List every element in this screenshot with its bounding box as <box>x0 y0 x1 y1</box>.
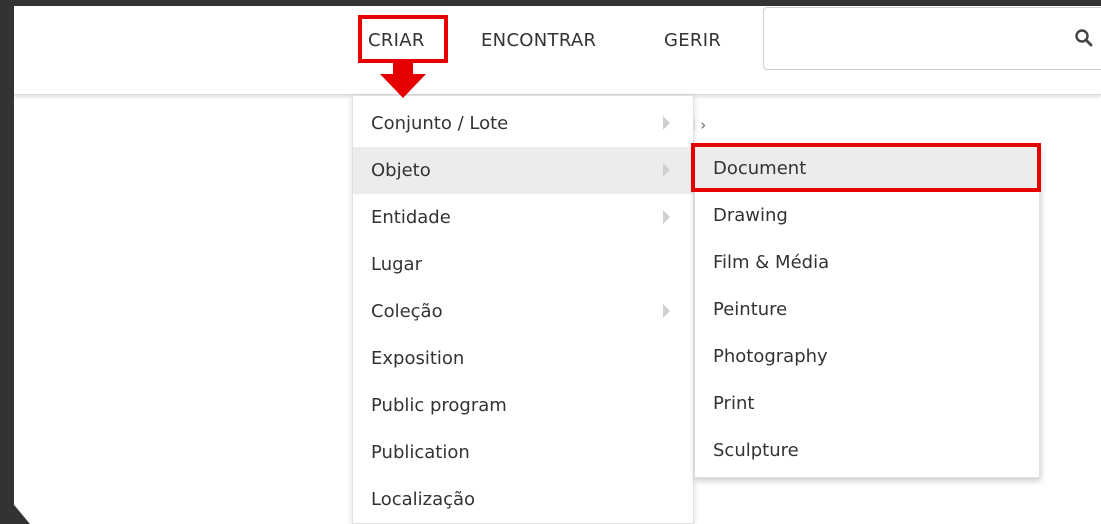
chevron-right-icon <box>663 304 670 318</box>
submenu-item-label: Film & Média <box>713 252 830 273</box>
document-highlight-box <box>691 143 1041 192</box>
menu-item-label: Publication <box>371 442 470 463</box>
menu-item-label: Public program <box>371 395 507 416</box>
submenu-item-peinture[interactable]: Peinture <box>695 286 1039 333</box>
menu-item-label: Objeto <box>371 160 431 181</box>
search-input[interactable] <box>772 16 1056 62</box>
search-box <box>763 7 1101 70</box>
nav-encontrar[interactable]: ENCONTRAR <box>481 30 596 51</box>
menu-item-label: Conjunto / Lote <box>371 113 509 134</box>
menu-item-colecao[interactable]: Coleção <box>353 288 693 335</box>
menu-item-publication[interactable]: Publication <box>353 429 693 476</box>
down-arrow-icon <box>380 74 426 98</box>
submenu-item-label: Sculpture <box>713 440 799 461</box>
menu-item-label: Lugar <box>371 254 422 275</box>
object-type-submenu: Document Drawing Film & Média Peinture P… <box>694 144 1040 478</box>
submenu-item-label: Print <box>713 393 755 414</box>
screenshot-frame-notch <box>0 488 30 524</box>
menu-item-localizacao[interactable]: Localização <box>353 476 693 523</box>
criar-highlight-box <box>358 15 448 63</box>
menu-item-label: Localização <box>371 489 476 510</box>
submenu-item-label: Photography <box>713 346 828 367</box>
submenu-item-label: Drawing <box>713 205 788 226</box>
nav-gerir[interactable]: GERIR <box>664 30 721 51</box>
create-menu: Conjunto / Lote Objeto Entidade Lugar Co… <box>352 95 694 524</box>
screenshot-frame-left <box>0 0 14 524</box>
chevron-right-icon <box>663 116 670 130</box>
chevron-right-icon <box>663 163 670 177</box>
submenu-item-sculpture[interactable]: Sculpture <box>695 427 1039 474</box>
menu-item-label: Coleção <box>371 301 443 322</box>
submenu-item-print[interactable]: Print <box>695 380 1039 427</box>
top-header: CRIAR ENCONTRAR GERIR <box>14 6 1101 95</box>
submenu-item-film-media[interactable]: Film & Média <box>695 239 1039 286</box>
menu-item-label: Exposition <box>371 348 465 369</box>
submenu-item-photography[interactable]: Photography <box>695 333 1039 380</box>
menu-item-public-program[interactable]: Public program <box>353 382 693 429</box>
submenu-item-label: Peinture <box>713 299 788 320</box>
menu-item-entidade[interactable]: Entidade <box>353 194 693 241</box>
search-icon[interactable] <box>1074 28 1094 48</box>
submenu-item-drawing[interactable]: Drawing <box>695 192 1039 239</box>
menu-item-lugar[interactable]: Lugar <box>353 241 693 288</box>
menu-item-label: Entidade <box>371 207 451 228</box>
chevron-right-icon <box>663 210 670 224</box>
menu-item-conjunto-lote[interactable]: Conjunto / Lote <box>353 100 693 147</box>
menu-item-exposition[interactable]: Exposition <box>353 335 693 382</box>
menu-item-objeto[interactable]: Objeto <box>353 147 693 194</box>
